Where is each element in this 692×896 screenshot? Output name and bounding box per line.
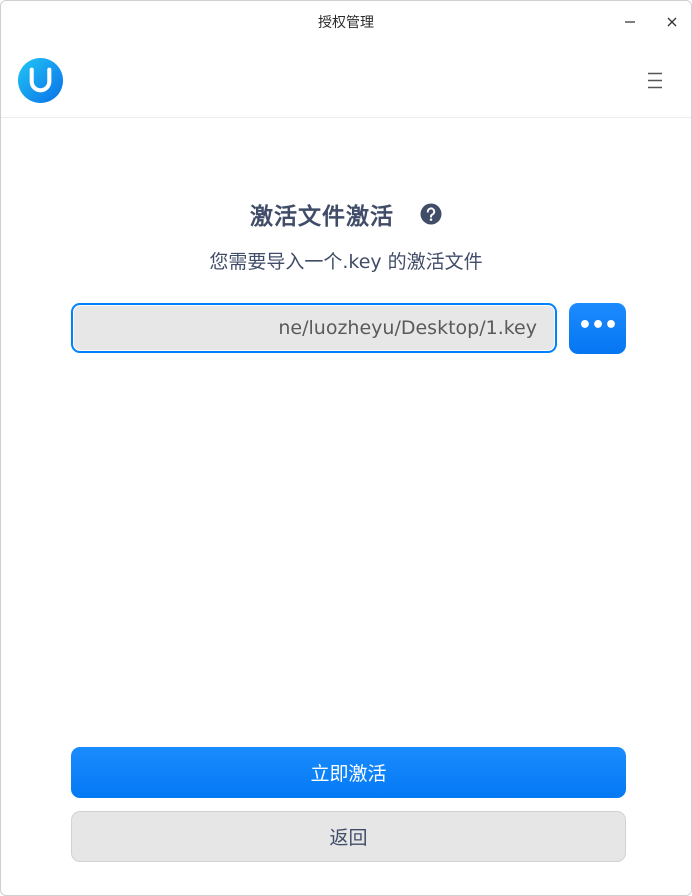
activate-now-button[interactable]: 立即激活	[71, 747, 626, 798]
window-title: 授权管理	[318, 15, 374, 31]
close-button[interactable]	[659, 9, 685, 35]
file-path-value: ne/luozheyu/Desktop/1.key	[278, 317, 537, 339]
more-dots-icon: •••	[577, 312, 618, 338]
heading-row: 激活文件激活	[1, 197, 691, 231]
question-circle-icon[interactable]	[420, 203, 442, 225]
license-manager-window: 授权管理 激活文件激活 您需要导入一个.key 的激活文件 ne/luozhey…	[0, 0, 692, 896]
uos-logo-icon	[17, 57, 64, 104]
page-title: 激活文件激活	[250, 204, 394, 230]
browse-file-button[interactable]: •••	[569, 303, 626, 354]
path-clip: ne/luozheyu/Desktop/1.key	[93, 305, 555, 351]
subtitle: 您需要导入一个.key 的激活文件	[209, 251, 483, 273]
hamburger-menu-icon[interactable]	[641, 67, 669, 95]
key-file-path-input[interactable]: ne/luozheyu/Desktop/1.key	[71, 303, 557, 353]
close-icon	[667, 17, 677, 27]
titlebar: 授权管理	[1, 1, 691, 118]
back-button[interactable]: 返回	[71, 811, 626, 862]
minimize-button[interactable]	[617, 9, 643, 35]
minimize-icon	[625, 21, 635, 23]
